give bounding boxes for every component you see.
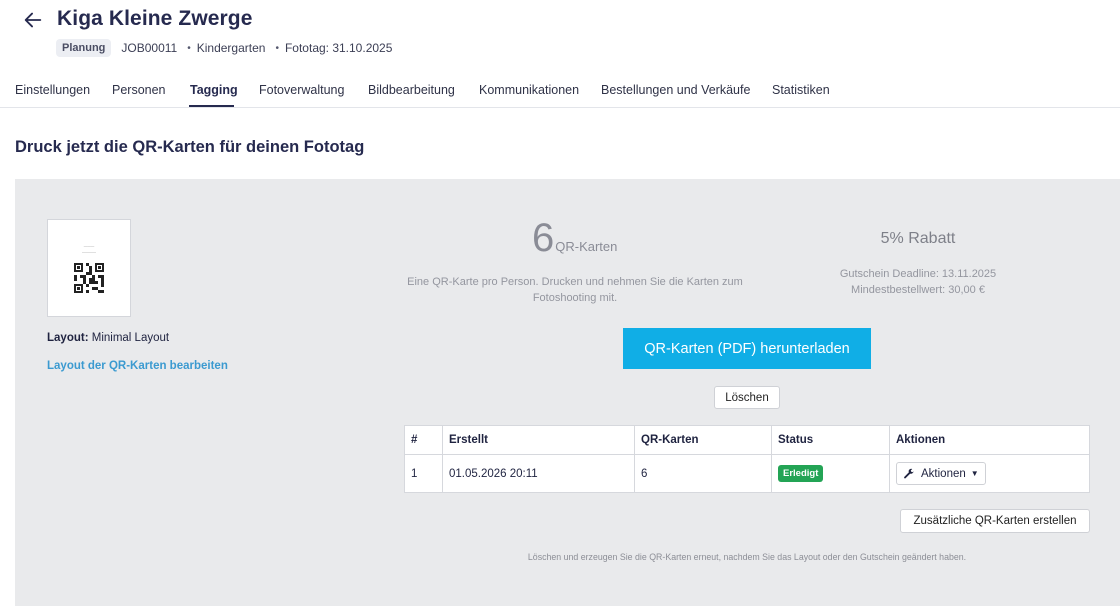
column-header: Erstellt bbox=[442, 425, 635, 455]
row-qr-count: 6 bbox=[634, 454, 772, 493]
job-fototag: Fototag: 31.10.2025 bbox=[284, 41, 393, 55]
tab-bar: Einstellungen Personen Tagging Fotoverwa… bbox=[0, 70, 1120, 108]
voucher-deadline: Gutschein Deadline: 13.11.2025 bbox=[839, 268, 997, 280]
table-row: 1 01.05.2026 20:11 6 Erledigt Aktionen ▼ bbox=[404, 454, 1090, 493]
download-pdf-button[interactable]: QR-Karten (PDF) herunterladen bbox=[623, 328, 871, 369]
layout-preview: ——— ———— bbox=[47, 219, 131, 317]
delete-button[interactable]: Löschen bbox=[714, 386, 780, 409]
layout-label: Layout: Minimal Layout bbox=[47, 332, 169, 344]
preview-line: ———— bbox=[82, 250, 96, 254]
min-order-value: Mindestbestellwert: 30,00 € bbox=[851, 284, 985, 296]
row-actions-cell: Aktionen ▼ bbox=[889, 454, 1090, 493]
column-header: Aktionen bbox=[889, 425, 1090, 455]
qr-code-icon bbox=[74, 263, 104, 293]
qr-jobs-table: # Erstellt QR-Karten Status Aktionen 1 0… bbox=[404, 425, 1090, 493]
caret-down-icon: ▼ bbox=[970, 469, 979, 478]
tab-einstellungen[interactable]: Einstellungen bbox=[15, 83, 90, 97]
row-created: 01.05.2026 20:11 bbox=[442, 454, 635, 493]
back-arrow-icon[interactable] bbox=[22, 9, 44, 31]
column-header: QR-Karten bbox=[634, 425, 772, 455]
qr-count-number: 6 bbox=[532, 216, 555, 260]
preview-line: ——— bbox=[83, 244, 95, 248]
actions-label: Aktionen bbox=[921, 467, 966, 480]
status-badge: Erledigt bbox=[778, 465, 824, 482]
separator-dot: • bbox=[187, 42, 191, 54]
job-meta: Planung JOB00011 • Kindergarten • Fotota… bbox=[56, 39, 392, 57]
active-tab-indicator bbox=[189, 105, 234, 107]
tab-bestellungen[interactable]: Bestellungen und Verkäufe bbox=[601, 83, 750, 97]
section-title: Druck jetzt die QR-Karten für deinen Fot… bbox=[15, 138, 365, 156]
qr-count: 6 QR-Karten bbox=[532, 216, 617, 261]
layout-label-value: Minimal Layout bbox=[91, 332, 170, 344]
actions-dropdown-button[interactable]: Aktionen ▼ bbox=[896, 462, 986, 485]
column-header: Status bbox=[771, 425, 890, 455]
tab-fotoverwaltung[interactable]: Fotoverwaltung bbox=[259, 83, 344, 97]
qr-count-description: Eine QR-Karte pro Person. Drucken und ne… bbox=[407, 276, 743, 304]
create-extra-cards-button[interactable]: Zusätzliche QR-Karten erstellen bbox=[900, 509, 1090, 533]
discount-title: 5% Rabatt bbox=[880, 230, 956, 247]
status-badge: Planung bbox=[56, 39, 112, 57]
page-title: Kiga Kleine Zwerge bbox=[57, 7, 253, 30]
table-header-row: # Erstellt QR-Karten Status Aktionen bbox=[404, 425, 1090, 455]
tab-personen[interactable]: Personen bbox=[112, 83, 166, 97]
tab-bildbearbeitung[interactable]: Bildbearbeitung bbox=[368, 83, 455, 97]
qr-count-unit: QR-Karten bbox=[555, 239, 618, 254]
layout-label-prefix: Layout: bbox=[47, 332, 89, 344]
wrench-icon bbox=[904, 468, 914, 478]
edit-layout-link[interactable]: Layout der QR-Karten bearbeiten bbox=[47, 360, 228, 372]
row-status-cell: Erledigt bbox=[771, 454, 890, 493]
discount-details: Gutschein Deadline: 13.11.2025 Mindestbe… bbox=[818, 266, 1018, 298]
column-header: # bbox=[404, 425, 443, 455]
page-header: Kiga Kleine Zwerge Planung JOB00011 • Ki… bbox=[0, 0, 1120, 70]
tab-statistiken[interactable]: Statistiken bbox=[772, 83, 830, 97]
regenerate-hint: Löschen und erzeugen Sie die QR-Karten e… bbox=[527, 552, 967, 562]
job-category: Kindergarten bbox=[196, 41, 266, 55]
separator-dot: • bbox=[275, 42, 279, 54]
job-id: JOB00011 bbox=[121, 41, 178, 55]
tab-tagging[interactable]: Tagging bbox=[190, 83, 238, 97]
row-number: 1 bbox=[404, 454, 443, 493]
tab-kommunikationen[interactable]: Kommunikationen bbox=[479, 83, 579, 97]
